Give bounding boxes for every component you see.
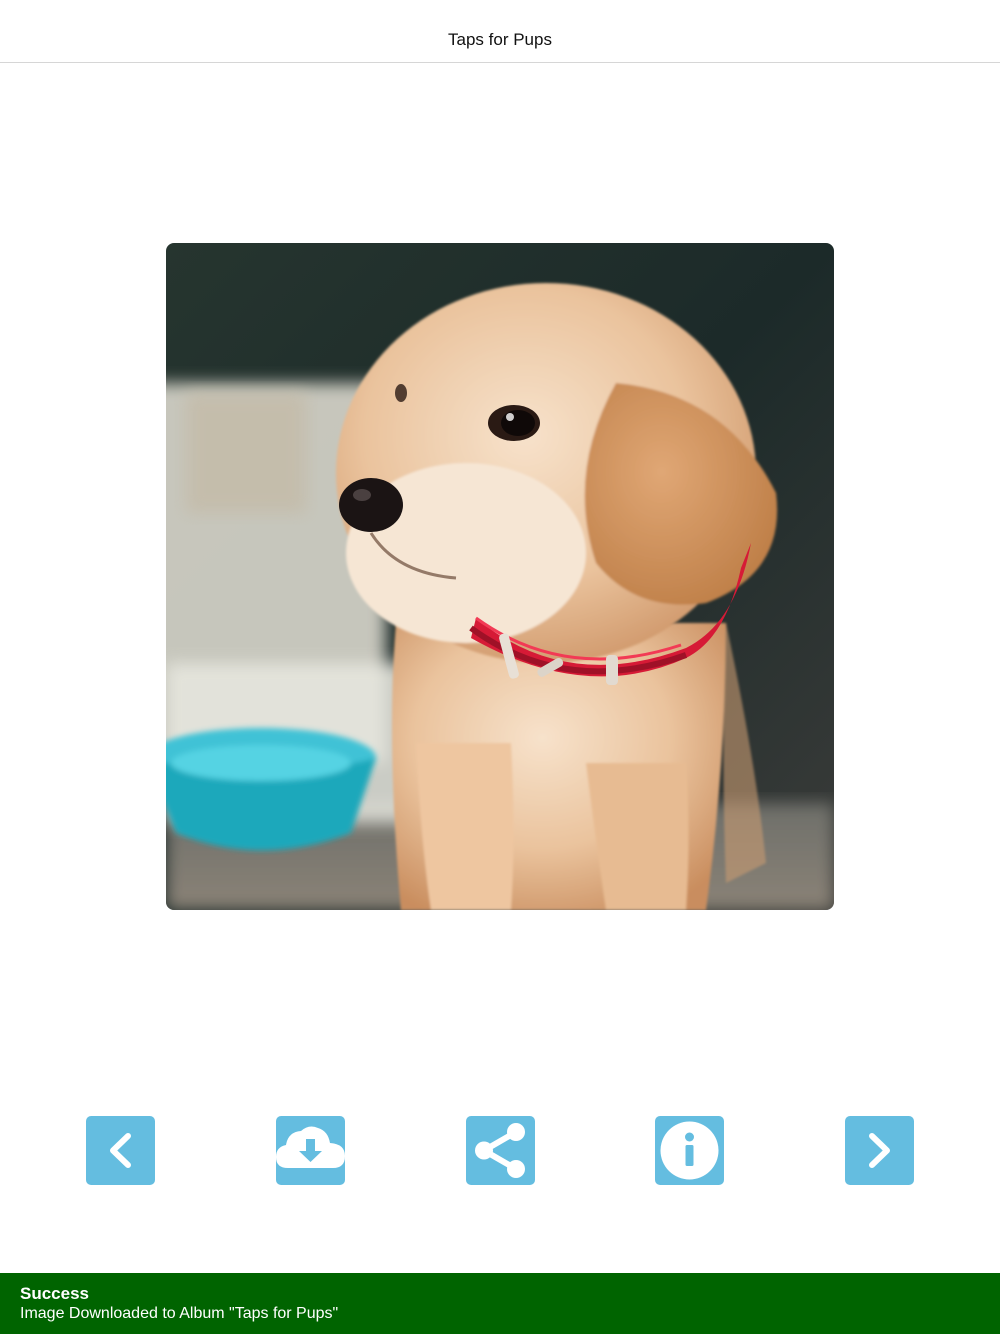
- navigation-bar: Taps for Pups: [0, 0, 1000, 63]
- share-button[interactable]: [466, 1116, 535, 1185]
- share-icon: [466, 1116, 535, 1185]
- previous-button[interactable]: [86, 1116, 155, 1185]
- download-button[interactable]: [276, 1116, 345, 1185]
- puppy-photo: [166, 243, 834, 910]
- toast-title: Success: [20, 1284, 89, 1303]
- cloud-download-icon: [276, 1116, 345, 1185]
- next-button[interactable]: [845, 1116, 914, 1185]
- success-toast[interactable]: Success Image Downloaded to Album "Taps …: [0, 1273, 1000, 1334]
- chevron-left-icon: [86, 1116, 155, 1185]
- chevron-right-icon: [845, 1116, 914, 1185]
- info-button[interactable]: [655, 1116, 724, 1185]
- info-icon: [655, 1116, 724, 1185]
- page-title: Taps for Pups: [448, 30, 552, 49]
- photo-toolbar: [0, 1116, 1000, 1185]
- toast-message: Image Downloaded to Album "Taps for Pups…: [20, 1305, 339, 1322]
